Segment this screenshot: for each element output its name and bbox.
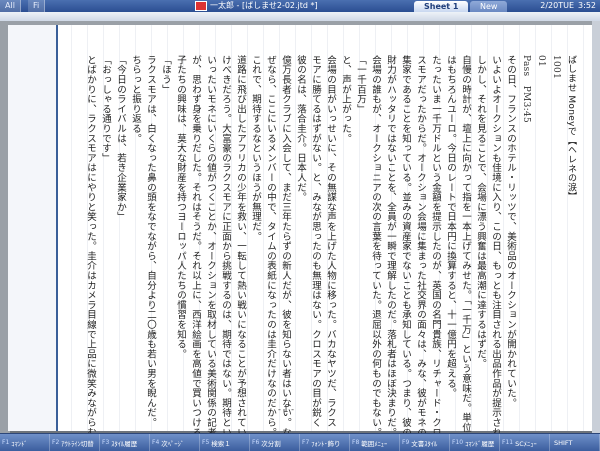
function-key-shift[interactable]: SHIFT [550,434,600,451]
text-column: 彼の名は、落合圭介。日本人だ。 [295,55,306,202]
clock: 2/20TUE 3:52 [536,0,596,12]
text-column: 01 [536,55,546,68]
text-column: と、声が上がった。 [340,55,351,144]
function-key-f1[interactable]: F1 ｺﾏﾝﾄﾞ [0,434,50,451]
text-column: しかし、それを見ることで、会場に漂う興奮は最高潮に達するはずだ。 [475,55,486,369]
text-column: 「今日のライバルは、若き企業家か」 [115,55,126,222]
document-title: 一太郎 - [ばしませ2-02.jtd *] [195,0,318,12]
function-key-label: 検索１ [211,439,231,448]
text-column: 集家であることを知っている。並みの資産家でないことも承知している。つまり、彼の [400,55,411,433]
function-key-number: F6 [252,439,260,446]
document-heading: ばしませ Moneyで【ヘレネの涙】 [566,55,576,202]
text-column: 会場の目がいっせいに、その無謀な声を上げた人物に移った。バカなヤツだ、ラクス [325,55,336,428]
function-key-number: F11 [502,439,514,446]
function-key-f2[interactable]: F2 ｱｳﾄﾗｲﾝ切替 [50,434,100,451]
function-key-label: 範囲ﾒﾆｭｰ [361,439,388,448]
function-key-number: F5 [202,439,210,446]
function-key-label: ﾌｫﾝﾄ･飾り [311,439,341,448]
function-key-f10[interactable]: F10 ｺﾏﾝﾄﾞ履歴 [450,434,500,451]
function-key-number: F9 [402,439,410,446]
text-column: 子たちの興味は、莫大な財産を持つヨーロッパ人たちの慣習を知る。 [175,55,186,359]
document-workspace: ばしませ Moneyで【ヘレネの涙】 1001 01 Pass PM3:45 その日、フ… [0,21,600,433]
text-column: これで、期待するなというほうが無理だ。 [250,55,261,242]
tab-all[interactable]: All [0,0,21,12]
function-key-f5[interactable]: F5 検索１ [200,434,250,451]
function-key-number: F3 [102,439,110,446]
function-key-label: ｽﾀｲﾙ履歴 [111,439,138,448]
document-title-text: 一太郎 - [ばしませ2-02.jtd *] [210,1,318,10]
function-key-label: SHIFT [554,438,573,447]
vertical-scrollbar[interactable] [592,21,600,433]
function-key-f3[interactable]: F3 ｽﾀｲﾙ履歴 [100,434,150,451]
clock-date: 2/20TUE [540,1,575,10]
text-column: 会場の誰もが、オークショニアの次の言葉を待っていた。退屈以外の何ものでもない。 [370,55,381,433]
function-key-label: ｺﾏﾝﾄﾞ履歴 [465,439,495,448]
document-page[interactable]: ばしませ Moneyで【ヘレネの涙】 1001 01 Pass PM3:45 その日、フ… [8,25,592,433]
text-column: 道路に飛び出したアフリカの少年を救い、一転して熱い戦いになることが予想されてい [235,55,246,433]
page-number: - 1 - [278,405,294,414]
function-key-number: F10 [452,439,464,446]
document-icon [195,0,207,11]
function-key-number: F2 [52,439,60,446]
function-key-number: F7 [302,439,310,446]
text-column: 財力がハッタリではないことを、全員が一瞬で理解したのだ。落札者はほぼ決まりだ。 [385,55,396,433]
text-column: 億万長者クラブに入会して、まだ三年たらずの新人だが、彼を知らない者はいない。な [280,55,291,433]
text-column: ぜなら、ここにいるメンバーの中で、タイムの表紙になったのは圭介だけなのだから。 [265,55,276,433]
function-key-f8[interactable]: F8 範囲ﾒﾆｭｰ [350,434,400,451]
text-column: けべきだろう。大富豪のラクスモアに正面から挑戦するのは、期待ではない。期待とい [220,55,231,433]
text-column: モアに勝てるはずがない。と、みなが思ったのも無理はない。クロスモアの目が鋭く [310,55,321,428]
text-column: その日、フランスのホテル・リッツで、美術品のオークションが開かれていた。 [505,55,516,408]
text-column: ラクスモアは、白くなった鼻の頭をなでながら、自分より二〇歳も若い男を睨んだ。 [145,55,156,428]
function-key-label: 次分割 [261,439,281,448]
margin-strip [8,25,57,431]
function-key-f6[interactable]: F6 次分割 [250,434,300,451]
function-key-f9[interactable]: F9 文書ｽﾀｲﾙ [400,434,450,451]
tab-fi[interactable]: Fi [28,0,46,12]
text-column: 「一千百万」 [355,55,366,114]
text-column: はもちろんユーロ。今日のレートで日本円に換算すると、十一億円を超える。 [445,55,456,398]
function-key-number: F8 [352,439,360,446]
binding-line [56,25,58,431]
sheet-tab-1[interactable]: Sheet 1 [414,1,469,12]
text-column: とばかりに、ラクスモアはにやりと笑った。圭介はカメラ目線で上品に微笑みながらむし… [85,55,96,433]
clock-time: 3:52 [578,1,596,10]
text-column: 1001 [551,55,561,80]
text-column: いったいモネにいくらの値がつくことか、オークションを取材している美術関係の記者 [205,55,216,433]
function-key-f4[interactable]: F4 次ﾍﾟｰｼﾞ [150,434,200,451]
function-key-label: 次ﾍﾟｰｼﾞ [161,439,185,448]
function-key-label: ｱｳﾄﾗｲﾝ切替 [61,439,94,448]
text-column: Pass PM3:45 [521,55,531,124]
text-column: 「おっしゃる通りです」 [100,55,111,163]
text-column: 「ほう」 [160,55,171,95]
function-key-bar: F1 ｺﾏﾝﾄﾞ F2 ｱｳﾄﾗｲﾝ切替 F3 ｽﾀｲﾙ履歴 F4 次ﾍﾟｰｼﾞ F5 検索１ F6… [0,433,600,451]
text-column: 自慢の時計が、壇上に向かって指を一本上げてみせた。「一千万」という意味だ。単位 [460,55,471,433]
function-key-f7[interactable]: F7 ﾌｫﾝﾄ･飾り [300,434,350,451]
text-column: たったいま一千万ドルという金額を提示したのが、英国の名門貴族、リチャード・クロ [430,55,441,433]
function-key-label: ｺﾏﾝﾄﾞ [11,439,28,448]
function-key-number: F4 [152,439,160,446]
text-column: ちらっと振り返る。 [130,55,141,144]
text-column: スモアだったからだ。オークション会場に集まった社交界の面々は、みな、彼がモネの収 [415,55,426,433]
function-key-f11[interactable]: F11 SCﾒﾆｭｰ [500,434,550,451]
sheet-tab-new[interactable]: New [470,1,508,12]
function-key-number: F1 [2,439,10,446]
function-key-label: SCﾒﾆｭｰ [515,439,537,448]
text-column: いよいよオークションも佳境に入り、この日、もっとも注目される出品作品が提示され [490,55,501,433]
function-key-label: 文書ｽﾀｲﾙ [411,439,438,448]
text-column: が、思わず身を乗りだした。それはそうだ。それ以上に、西洋絵画を高値で買いつける [190,55,201,433]
title-bar: All Fi 一太郎 - [ばしませ2-02.jtd *] Sheet 1 Ne… [0,0,600,12]
